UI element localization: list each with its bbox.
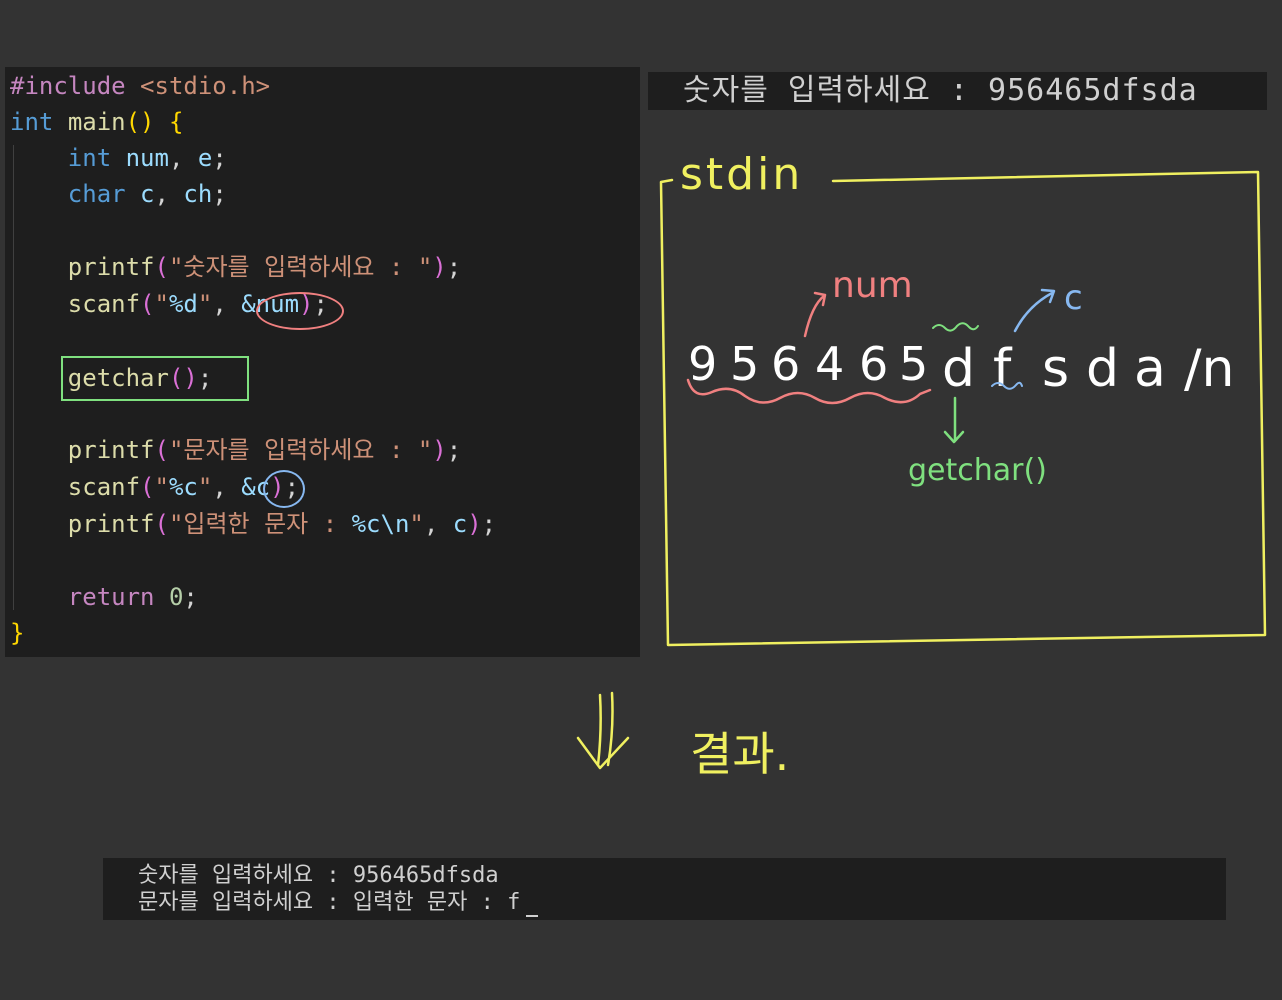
console-output-bottom: 숫자를 입력하세요 : 956465dfsda 문자를 입력하세요 : 입력한 … (103, 858, 1226, 920)
stdin-char: 5 (899, 337, 928, 391)
console-line: 숫자를 입력하세요 : 956465dfsda (138, 863, 499, 888)
stdin-char: 6 (859, 337, 888, 391)
stdin-diagram: stdin 9 5 6 4 6 5 d f s d a /n num getch… (576, 149, 1267, 781)
stdin-char: /n (1184, 339, 1234, 399)
stdin-char: s (1042, 339, 1069, 399)
stdin-char: 5 (730, 337, 759, 391)
console-line-text: 문자를 입력하세요 : 입력한 문자 : f (138, 890, 521, 915)
stdin-char: 4 (815, 337, 844, 391)
stdin-box (659, 170, 1267, 647)
c-label: c (1064, 278, 1083, 318)
getchar-arrow (943, 396, 965, 444)
stdin-chars: 9 5 6 4 6 5 d f s d a /n (688, 337, 1234, 399)
stdin-char: d (1086, 339, 1119, 399)
getchar-tick (932, 322, 979, 332)
result-label: 결과. (690, 727, 789, 781)
num-underline-squiggle (686, 378, 932, 405)
num-arrow (803, 291, 827, 338)
console-line-with-cursor: 문자를 입력하세요 : 입력한 문자 : f (138, 889, 539, 917)
console-cursor (526, 915, 539, 917)
stdin-char: 9 (688, 337, 717, 391)
result-down-arrow-icon (576, 691, 630, 770)
stdin-char: a (1134, 339, 1166, 399)
num-label: num (832, 265, 913, 306)
stdin-char: d (942, 339, 975, 399)
c-arrow (1013, 288, 1056, 333)
stdin-char: f (993, 339, 1013, 399)
stdin-char: 6 (771, 337, 800, 391)
getchar-label: getchar() (908, 453, 1047, 488)
stdin-title: stdin (680, 149, 803, 200)
